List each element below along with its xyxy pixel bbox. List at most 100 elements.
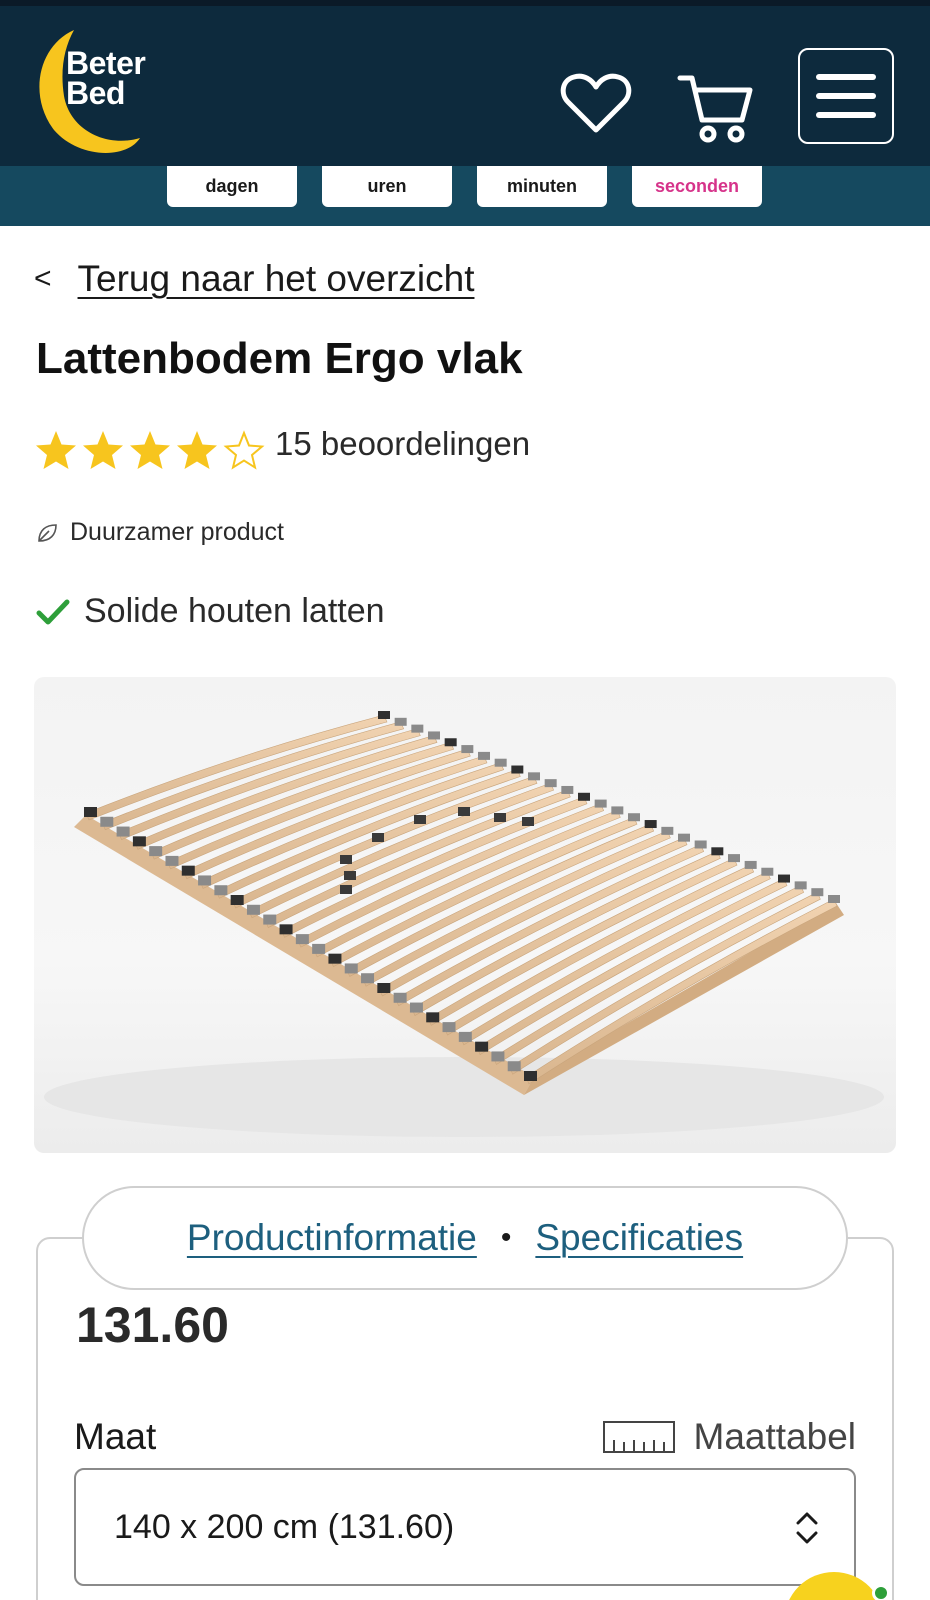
logo-line-2: Bed xyxy=(66,75,125,111)
slat-cap xyxy=(426,1012,440,1023)
countdown-seconds: seconden xyxy=(632,166,762,207)
countdown-hours: uren xyxy=(322,166,452,207)
star-filled-icon xyxy=(130,431,170,469)
slat-cap xyxy=(361,973,375,984)
slat-cap xyxy=(181,865,195,876)
usp-item: Solide houten latten xyxy=(36,592,385,631)
countdown-bar: dagen uren minuten seconden xyxy=(0,166,930,226)
slat-cap xyxy=(561,785,574,794)
heart-icon xyxy=(560,73,632,133)
slat-cap xyxy=(132,836,146,847)
beter-bed-logo[interactable]: Beter Bed xyxy=(34,26,174,156)
slat-cap xyxy=(393,992,407,1003)
slat-cap xyxy=(198,875,212,886)
countdown-days: dagen xyxy=(167,166,297,207)
slat-cap xyxy=(761,867,774,876)
slat-cap xyxy=(409,1002,423,1013)
slat-cap xyxy=(794,881,807,890)
slat-cap xyxy=(778,874,790,883)
slat-cap xyxy=(458,1031,472,1042)
slat-cap xyxy=(263,914,277,925)
slat-cap xyxy=(475,1041,489,1052)
sustainability-label: Duurzamer product xyxy=(36,518,284,547)
slat-cap xyxy=(116,826,130,837)
tab-productinformatie[interactable]: Productinformatie xyxy=(187,1217,477,1259)
slat-cap xyxy=(279,924,293,935)
star-filled-icon xyxy=(36,431,76,469)
slat-cap xyxy=(478,751,490,760)
slat-cap xyxy=(461,745,474,754)
slat-cap xyxy=(411,724,424,733)
slat-cap xyxy=(378,711,390,719)
product-rating[interactable]: 15 beoordelingen xyxy=(34,425,531,472)
back-to-overview-link[interactable]: < Terug naar het overzicht xyxy=(34,258,474,300)
ruler-icon xyxy=(602,1421,675,1453)
slat-cap xyxy=(312,943,326,954)
size-chart-link[interactable]: Maattabel xyxy=(602,1416,857,1458)
slat-cap xyxy=(394,717,407,726)
slat-cap xyxy=(444,738,457,747)
checkmark-icon xyxy=(36,599,70,624)
chevron-left-icon: < xyxy=(34,262,52,295)
wishlist-button[interactable] xyxy=(560,68,632,140)
slat-cap xyxy=(428,731,440,740)
size-label: Maat xyxy=(74,1416,157,1457)
tab-specificaties[interactable]: Specificaties xyxy=(535,1217,743,1259)
size-chart-text: Maattabel xyxy=(693,1416,857,1457)
slat-cap xyxy=(511,765,524,774)
slat-cap xyxy=(149,846,163,857)
slat-cap xyxy=(491,1051,505,1062)
site-header: Beter Bed xyxy=(0,6,930,166)
slat-cap xyxy=(661,826,674,835)
online-status-indicator xyxy=(872,1584,890,1600)
slat-cap xyxy=(578,792,590,801)
slat-cap xyxy=(165,855,179,866)
tab-separator: • xyxy=(500,1221,512,1254)
slat-cap xyxy=(344,963,358,974)
slat-cap xyxy=(246,904,260,915)
slat-cap xyxy=(694,840,707,849)
slat-cap xyxy=(524,1071,537,1081)
back-link-text: Terug naar het overzicht xyxy=(77,258,475,299)
slat-cap xyxy=(628,813,640,822)
slat-cap xyxy=(230,895,244,905)
product-tabs: Productinformatie • Specificaties xyxy=(82,1186,848,1290)
slat-cap xyxy=(507,1061,521,1072)
star-filled-icon xyxy=(177,431,217,469)
chevron-up-down-icon xyxy=(796,1512,818,1544)
slat-cap xyxy=(295,934,309,945)
slat-cap xyxy=(494,758,507,767)
slat-cap xyxy=(377,983,391,993)
slat-cap xyxy=(728,854,740,863)
slat-cap xyxy=(744,860,757,869)
slat-cap xyxy=(611,806,624,815)
slat-cap xyxy=(442,1022,456,1033)
menu-button[interactable] xyxy=(798,48,894,144)
product-title: Lattenbodem Ergo vlak xyxy=(36,334,523,383)
slatted-frame-illustration xyxy=(44,711,884,1137)
slat-cap xyxy=(214,885,228,896)
product-price: 131.60 xyxy=(76,1297,229,1353)
star-filled-icon xyxy=(83,431,123,469)
slat-cap xyxy=(328,953,342,964)
usp-text: Solide houten latten xyxy=(84,592,385,630)
slat-cap xyxy=(528,772,540,781)
size-select-value: 140 x 200 cm (131.60) xyxy=(114,1507,455,1546)
cart-button[interactable] xyxy=(676,68,756,148)
slat-cap xyxy=(711,847,724,856)
slat-cap xyxy=(678,833,690,842)
logo-text: Beter Bed xyxy=(66,45,146,111)
review-count: 15 beoordelingen xyxy=(275,425,531,462)
slat-cap xyxy=(828,895,840,903)
slat-cap xyxy=(100,816,114,827)
leaf-icon xyxy=(38,523,57,542)
slat-cap xyxy=(544,779,557,788)
size-select[interactable]: 140 x 200 cm (131.60) xyxy=(74,1468,856,1586)
slat-cap xyxy=(811,888,824,897)
product-image[interactable] xyxy=(34,677,896,1153)
slat-cap xyxy=(84,807,97,817)
slat-cap xyxy=(644,820,657,829)
logo-line-1: Beter xyxy=(66,45,146,81)
slat-cap xyxy=(594,799,607,808)
menu-icon xyxy=(816,74,876,118)
